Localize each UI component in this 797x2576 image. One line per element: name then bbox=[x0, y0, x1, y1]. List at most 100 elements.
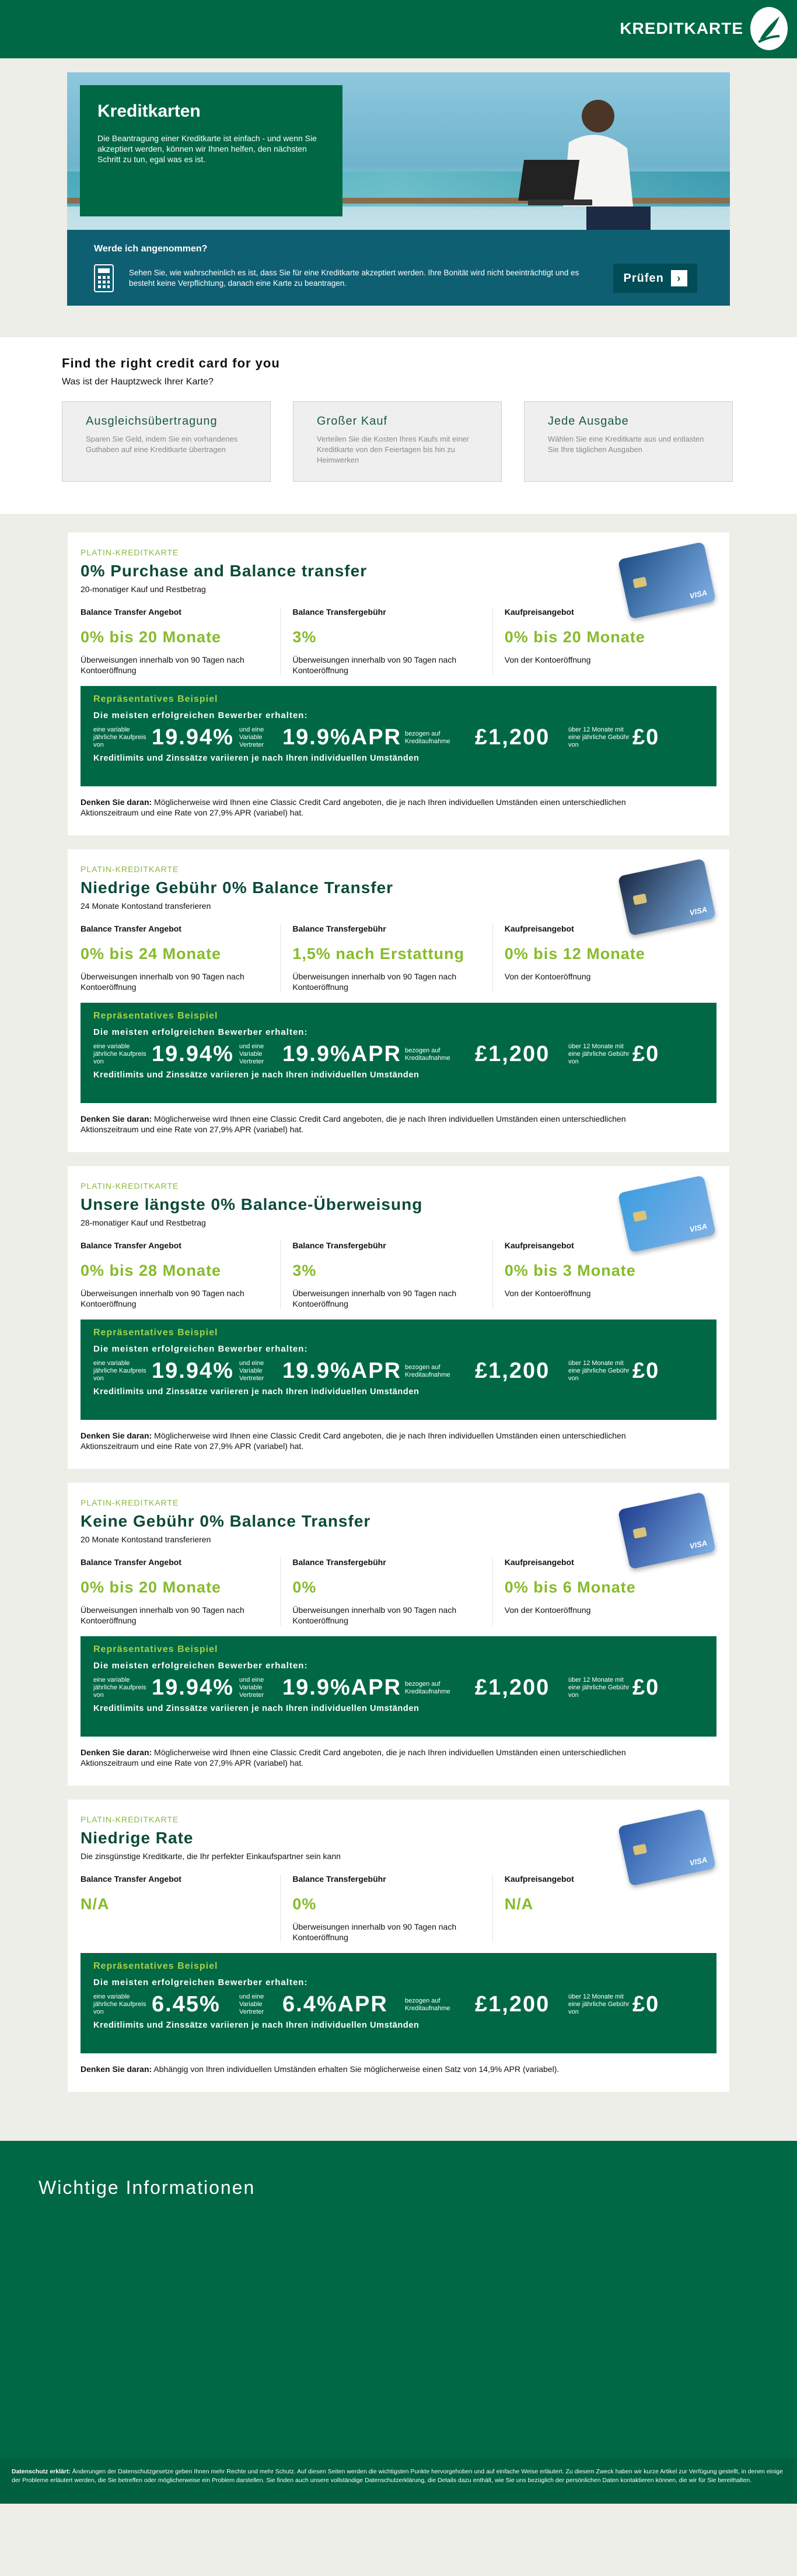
card-chip-icon bbox=[632, 1843, 648, 1856]
feature-note: Von der Kontoeröffnung bbox=[504, 655, 591, 664]
eligibility-info: Sehen Sie, wie wahrscheinlich es ist, da… bbox=[129, 268, 579, 288]
rep-apr: 19.9%APR bbox=[282, 725, 401, 750]
reminder-label: Denken Sie daran: bbox=[81, 1114, 152, 1124]
feature-transfer-fee: Balance Transfergebühr 3% Überweisungen … bbox=[292, 607, 493, 676]
rep-label: bezogen auf Kreditaufnahme bbox=[405, 730, 450, 745]
feature-balance-transfer: Balance Transfer Angebot 0% bis 24 Monat… bbox=[81, 924, 281, 992]
rep-label: bezogen auf Kreditaufnahme bbox=[405, 1680, 450, 1695]
feature-balance-transfer: Balance Transfer Angebot 0% bis 20 Monat… bbox=[81, 607, 281, 676]
feature-label: Balance Transfergebühr bbox=[292, 1241, 386, 1250]
rep-annual-fee: £0 bbox=[632, 1359, 660, 1383]
rep-purchase-rate: 19.94% bbox=[152, 1042, 234, 1066]
product-kicker: PLATIN-KREDITKARTE bbox=[81, 1815, 179, 1824]
product-card: PLATIN-KREDITKARTE Niedrige Rate Die zin… bbox=[68, 1800, 729, 2092]
feature-value: 0% bis 6 Monate bbox=[504, 1578, 636, 1596]
feature-note: Überweisungen innerhalb von 90 Tagen nac… bbox=[292, 1922, 457, 1942]
card-network-logo: VISA bbox=[688, 1222, 708, 1234]
feature-value: 0% bis 20 Monate bbox=[504, 628, 645, 646]
product-subtitle: 28-monatiger Kauf und Restbetrag bbox=[81, 1218, 206, 1227]
representative-example: Repräsentatives Beispiel Die meisten erf… bbox=[81, 1003, 716, 1103]
rep-subtitle: Die meisten erfolgreichen Bewerber erhal… bbox=[93, 1344, 308, 1354]
brand[interactable]: KREDITKARTE bbox=[620, 7, 788, 50]
feature-purchase-offer: Kaufpreisangebot N/A bbox=[505, 1874, 705, 1943]
rep-bottom-note: Kreditlimits und Zinssätze variieren je … bbox=[93, 1387, 420, 1396]
rep-apr: 19.9%APR bbox=[282, 1359, 401, 1383]
card-chip-icon bbox=[632, 1527, 648, 1539]
rep-purchase-rate: 6.45% bbox=[152, 1992, 221, 2017]
rep-title: Repräsentatives Beispiel bbox=[93, 1644, 218, 1654]
rep-title: Repräsentatives Beispiel bbox=[93, 1011, 218, 1021]
feature-label: Balance Transfer Angebot bbox=[81, 924, 181, 933]
option-balance-transfer[interactable]: Ausgleichsübertragung Sparen Sie Geld, i… bbox=[62, 401, 271, 482]
rep-subtitle: Die meisten erfolgreichen Bewerber erhal… bbox=[93, 1978, 308, 1987]
option-text: Verteilen Sie die Kosten Ihres Kaufs mit… bbox=[317, 435, 469, 464]
card-chip-icon bbox=[632, 1210, 648, 1222]
eligibility-bar: Werde ich angenommen? Sehen Sie, wie wah… bbox=[67, 230, 730, 306]
feature-label: Balance Transfergebühr bbox=[292, 1558, 386, 1567]
feature-value: 3% bbox=[292, 1262, 317, 1279]
rep-label: über 12 Monate mit eine jährliche Gebühr… bbox=[568, 1993, 630, 2015]
feature-note: Überweisungen innerhalb von 90 Tagen nac… bbox=[81, 1289, 244, 1308]
rep-bottom-note: Kreditlimits und Zinssätze variieren je … bbox=[93, 754, 420, 763]
card-chip-icon bbox=[632, 576, 648, 589]
card-chip-icon bbox=[632, 893, 648, 905]
feature-label: Balance Transfergebühr bbox=[292, 1874, 386, 1884]
rep-label: und eine Variable Vertreter bbox=[239, 1360, 264, 1382]
finder-question: Was ist der Hauptzweck Ihrer Karte? bbox=[62, 377, 214, 387]
rep-subtitle: Die meisten erfolgreichen Bewerber erhal… bbox=[93, 710, 308, 720]
feature-label: Balance Transfer Angebot bbox=[81, 1558, 181, 1567]
rep-apr: 6.4%APR bbox=[282, 1992, 388, 2017]
card-network-logo: VISA bbox=[688, 1855, 708, 1868]
rep-purchase-rate: 19.94% bbox=[152, 1359, 234, 1383]
reminder-label: Denken Sie daran: bbox=[81, 1431, 152, 1440]
feature-label: Balance Transfer Angebot bbox=[81, 607, 181, 617]
rep-bottom-note: Kreditlimits und Zinssätze variieren je … bbox=[93, 2021, 420, 2030]
reminder-text: Denken Sie daran: Abhängig von Ihren ind… bbox=[81, 2064, 635, 2074]
finder-title: Find the right credit card for you bbox=[62, 356, 280, 370]
representative-example: Repräsentatives Beispiel Die meisten erf… bbox=[81, 1320, 716, 1420]
rep-title: Repräsentatives Beispiel bbox=[93, 1328, 218, 1338]
feature-value: 0% bis 28 Monate bbox=[81, 1262, 222, 1279]
chevron-right-icon: › bbox=[670, 270, 687, 286]
rep-label: eine variable jährliche Kaufpreis von bbox=[93, 1043, 146, 1065]
rep-label: bezogen auf Kreditaufnahme bbox=[405, 1363, 450, 1378]
rep-title: Repräsentatives Beispiel bbox=[93, 694, 218, 704]
reminder-body: Möglicherweise wird Ihnen eine Classic C… bbox=[81, 1748, 626, 1768]
check-button[interactable]: Prüfen › bbox=[613, 264, 697, 293]
feature-balance-transfer: Balance Transfer Angebot N/A bbox=[81, 1874, 281, 1943]
reminder-label: Denken Sie daran: bbox=[81, 797, 152, 807]
rep-annual-fee: £0 bbox=[632, 1992, 660, 2017]
rep-bottom-note: Kreditlimits und Zinssätze variieren je … bbox=[93, 1070, 420, 1080]
hero-text: Die Beantragung einer Kreditkarte ist ei… bbox=[97, 134, 317, 164]
rep-label: über 12 Monate mit eine jährliche Gebühr… bbox=[568, 726, 630, 748]
option-everyday-spending[interactable]: Jede Ausgabe Wählen Sie eine Kreditkarte… bbox=[524, 401, 733, 482]
rep-bottom-note: Kreditlimits und Zinssätze variieren je … bbox=[93, 1704, 420, 1713]
feature-purchase-offer: Kaufpreisangebot 0% bis 12 Monate Von de… bbox=[505, 924, 705, 992]
rep-label: über 12 Monate mit eine jährliche Gebühr… bbox=[568, 1043, 630, 1065]
rep-annual-fee: £0 bbox=[632, 1042, 660, 1066]
feature-value: 1,5% nach Erstattung bbox=[292, 945, 464, 963]
product-subtitle: 24 Monate Kontostand transferieren bbox=[81, 901, 211, 911]
feature-value: N/A bbox=[504, 1895, 534, 1913]
rep-title: Repräsentatives Beispiel bbox=[93, 1961, 218, 1971]
feature-transfer-fee: Balance Transfergebühr 3% Überweisungen … bbox=[292, 1241, 493, 1309]
feature-label: Balance Transfer Angebot bbox=[81, 1241, 181, 1250]
important-information: Wichtige Informationen bbox=[0, 2141, 797, 2458]
feature-label: Balance Transfergebühr bbox=[292, 924, 386, 933]
feature-note: Überweisungen innerhalb von 90 Tagen nac… bbox=[292, 972, 457, 992]
product-subtitle: 20 Monate Kontostand transferieren bbox=[81, 1535, 211, 1544]
rep-label: eine variable jährliche Kaufpreis von bbox=[93, 1993, 146, 2015]
reminder-text: Denken Sie daran: Möglicherweise wird Ih… bbox=[81, 1430, 635, 1451]
footer-text: Änderungen der Datenschutzgesetze geben … bbox=[12, 2468, 783, 2484]
feature-label: Balance Transfer Angebot bbox=[81, 1874, 181, 1884]
hero-person-image bbox=[518, 100, 651, 230]
feature-note: Von der Kontoeröffnung bbox=[504, 1605, 591, 1615]
rep-credit-amount: £1,200 bbox=[475, 1359, 550, 1383]
representative-example: Repräsentatives Beispiel Die meisten erf… bbox=[81, 686, 716, 786]
rep-label: und eine Variable Vertreter bbox=[239, 1993, 264, 2015]
calculator-icon bbox=[94, 264, 114, 292]
option-big-purchase[interactable]: Großer Kauf Verteilen Sie die Kosten Ihr… bbox=[293, 401, 502, 482]
reminder-body: Möglicherweise wird Ihnen eine Classic C… bbox=[81, 1431, 626, 1451]
rep-annual-fee: £0 bbox=[632, 1675, 660, 1700]
feature-value: N/A bbox=[81, 1895, 110, 1913]
